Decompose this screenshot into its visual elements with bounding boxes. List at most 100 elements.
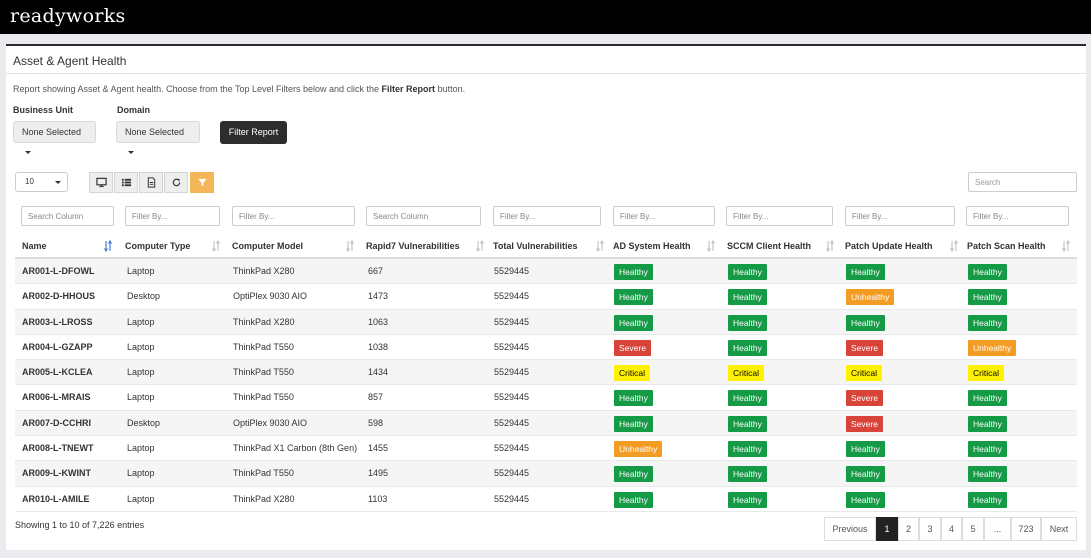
domain-dropdown[interactable]: None Selected (116, 121, 200, 155)
column-header-ad-system-health[interactable]: AD System Health (613, 234, 691, 259)
rapid7-vulnerabilities-search[interactable] (366, 206, 481, 226)
pagination-page-last[interactable]: 723 (1011, 517, 1041, 541)
table-header: Name Computer Type Computer Model Rapid7… (15, 234, 1077, 259)
table-body: AR001-L-DFOWL Laptop ThinkPad X280 667 55294… (15, 259, 1077, 512)
pagination-ellipsis: ... (984, 517, 1011, 541)
caret-down-icon (128, 151, 134, 155)
computer-model-cell: OptiPlex 9030 AIO (233, 291, 308, 302)
table-row[interactable]: AR007-D-CCHRI Desktop OptiPlex 9030 AIO 598… (15, 410, 1077, 437)
computer-model-cell: ThinkPad T550 (233, 367, 294, 378)
computer-type-cell: Desktop (127, 291, 161, 302)
toggle-filters-button[interactable] (190, 172, 214, 193)
patch-scan-health-status-badge: Healthy (968, 390, 1007, 407)
ad-system-health-status-badge: Healthy (614, 466, 653, 483)
table-row[interactable]: AR002-D-HHOUS Desktop OptiPlex 9030 AIO 147… (15, 284, 1077, 310)
filter-report-button[interactable]: Filter Report (220, 121, 287, 144)
monitor-icon (95, 177, 107, 188)
table-row[interactable]: AR005-L-KCLEA Laptop ThinkPad T550 1434 5529… (15, 360, 1077, 386)
table-row[interactable]: AR004-L-GZAPP Laptop ThinkPad T550 1038 5529… (15, 335, 1077, 361)
sort-icon[interactable] (596, 240, 604, 252)
patch-update-health-status-badge: Severe (846, 415, 883, 432)
column-header-rapid7-vulnerabilities[interactable]: Rapid7 Vulnerabilities (366, 234, 460, 259)
pagination-previous[interactable]: Previous (824, 517, 876, 541)
computer-type-cell: Laptop (127, 316, 155, 327)
column-header-computer-type[interactable]: Computer Type (125, 234, 190, 259)
name-cell: AR006-L-MRAIS (22, 392, 91, 403)
business-unit-dropdown[interactable]: None Selected (13, 121, 96, 155)
patch-update-health-status-badge: Healthy (846, 491, 885, 508)
sort-icon[interactable] (346, 240, 354, 252)
computer-model-cell: ThinkPad X280 (233, 266, 295, 276)
computer-model-filter[interactable] (232, 206, 355, 226)
export-button[interactable] (139, 172, 163, 193)
computer-type-filter[interactable] (125, 206, 220, 226)
rapid7-vulnerabilities-cell: 1103 (368, 493, 388, 504)
sort-icon[interactable] (950, 240, 958, 252)
ad-system-health-filter[interactable] (613, 206, 715, 226)
column-header-name[interactable]: Name (22, 234, 47, 259)
patch-scan-health-filter[interactable] (966, 206, 1069, 226)
sort-ascending-icon[interactable] (104, 240, 112, 252)
table-row[interactable]: AR008-L-TNEWT Laptop ThinkPad X1 Carbon (8… (15, 436, 1077, 462)
patch-scan-health-status-badge: Healthy (968, 415, 1007, 432)
total-vulnerabilities-cell: 5529445 (494, 266, 530, 276)
pagination-page-4[interactable]: 4 (941, 517, 962, 541)
refresh-button[interactable] (164, 172, 188, 193)
sccm-client-health-status-badge: Healthy (728, 441, 767, 458)
total-vulnerabilities-filter[interactable] (493, 206, 601, 226)
pagination-page-3[interactable]: 3 (919, 517, 941, 541)
table-row[interactable]: AR009-L-KWINT Laptop ThinkPad T550 1495 5529… (15, 461, 1077, 487)
total-vulnerabilities-cell: 5529445 (494, 443, 530, 454)
list-icon (121, 178, 131, 187)
sort-icon[interactable] (707, 240, 715, 252)
computer-type-cell: Desktop (127, 417, 161, 428)
name-cell: AR007-D-CCHRI (22, 417, 92, 428)
column-header-patch-update-health[interactable]: Patch Update Health (845, 234, 933, 259)
name-cell: AR005-L-KCLEA (22, 367, 93, 378)
column-visibility-button[interactable] (89, 172, 113, 193)
patch-scan-health-status-badge: Healthy (968, 289, 1007, 306)
sccm-client-health-status-badge: Healthy (728, 466, 767, 483)
sort-icon[interactable] (1062, 240, 1070, 252)
patch-update-health-filter[interactable] (845, 206, 955, 226)
patch-update-health-status-badge: Healthy (846, 466, 885, 483)
name-cell: AR008-L-TNEWT (22, 443, 94, 454)
pagination-page-5[interactable]: 5 (962, 517, 984, 541)
table-row[interactable]: AR003-L-LROSS Laptop ThinkPad X280 1063 5529… (15, 309, 1077, 335)
pagination-page-1[interactable]: 1 (876, 517, 898, 541)
sccm-client-health-filter[interactable] (726, 206, 833, 226)
patch-update-health-status-badge: Severe (846, 390, 883, 407)
page-length-select[interactable]: 10 (15, 172, 68, 192)
name-cell: AR010-L-AMILE (22, 493, 90, 504)
sort-icon[interactable] (476, 240, 484, 252)
panel-divider (6, 73, 1086, 74)
list-view-button[interactable] (114, 172, 138, 193)
pagination-next[interactable]: Next (1041, 517, 1077, 541)
refresh-icon (172, 178, 180, 187)
column-header-patch-scan-health[interactable]: Patch Scan Health (967, 234, 1046, 259)
global-search-input[interactable] (968, 172, 1077, 192)
name-column-search[interactable] (21, 206, 114, 226)
total-vulnerabilities-cell: 5529445 (494, 392, 530, 403)
pagination-page-2[interactable]: 2 (898, 517, 919, 541)
sort-icon[interactable] (212, 240, 220, 252)
total-vulnerabilities-cell: 5529445 (494, 367, 530, 378)
table-row[interactable]: AR010-L-AMILE Laptop ThinkPad X280 1103 5529… (15, 487, 1077, 512)
total-vulnerabilities-cell: 5529445 (494, 291, 530, 302)
column-header-sccm-client-health[interactable]: SCCM Client Health (727, 234, 811, 259)
patch-update-health-status-badge: Healthy (846, 264, 885, 280)
report-panel: Asset & Agent Health Report showing Asse… (6, 44, 1086, 550)
patch-scan-health-status-badge: Critical (968, 365, 1004, 382)
computer-type-cell: Laptop (127, 392, 155, 403)
computer-type-cell: Laptop (127, 493, 155, 504)
column-header-total-vulnerabilities[interactable]: Total Vulnerabilities (493, 234, 578, 259)
table-row[interactable]: AR001-L-DFOWL Laptop ThinkPad X280 667 55294… (15, 259, 1077, 285)
ad-system-health-status-badge: Critical (614, 365, 650, 382)
column-header-computer-model[interactable]: Computer Model (232, 234, 303, 259)
sccm-client-health-status-badge: Healthy (728, 264, 767, 280)
table-row[interactable]: AR006-L-MRAIS Laptop ThinkPad T550 857 55294… (15, 385, 1077, 411)
name-cell: AR002-D-HHOUS (22, 291, 96, 302)
sort-icon[interactable] (826, 240, 834, 252)
readyworks-logo[interactable]: readyworks (10, 5, 126, 27)
name-cell: AR001-L-DFOWL (22, 266, 95, 276)
